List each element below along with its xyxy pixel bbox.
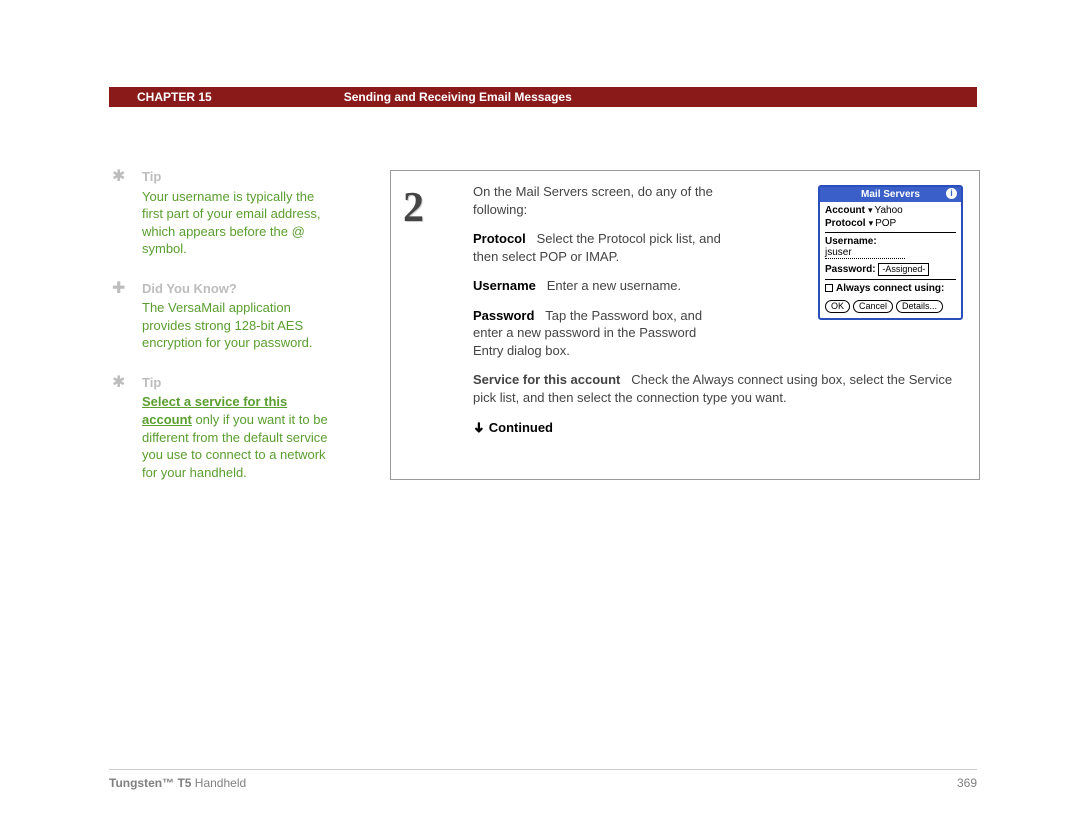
chapter-label: CHAPTER 15 (137, 90, 212, 104)
step-full-row: Service for this account Check the Alway… (473, 371, 963, 437)
asterisk-icon: ✱ (112, 375, 125, 391)
product-bold: Tungsten™ T5 (109, 776, 191, 790)
username-field-label: Username: (825, 236, 877, 247)
dyk-body: The VersaMail application provides stron… (142, 299, 337, 352)
product-rest: Handheld (191, 776, 246, 790)
tips-sidebar: ✱ Tip Your username is typically the fir… (112, 168, 337, 503)
device-titlebar: Mail Servers i (820, 187, 961, 202)
continued-marker: ➜Continued (473, 418, 963, 437)
footer-rule (109, 769, 977, 770)
always-connect-label: Always connect using: (836, 283, 944, 294)
tip-body: Select a service for this account only i… (142, 393, 337, 481)
mail-servers-screenshot: Mail Servers i Account Yahoo Protocol PO… (818, 185, 963, 320)
divider (825, 232, 956, 233)
step-box: 2 On the Mail Servers screen, do any of … (390, 170, 980, 480)
account-picklist[interactable]: Yahoo (868, 205, 903, 216)
plus-icon: ✚ (112, 281, 125, 297)
always-connect-checkbox[interactable] (825, 284, 833, 292)
continued-arrow-icon: ➜ (469, 422, 488, 434)
protocol-picklist[interactable]: POP (869, 218, 897, 229)
cancel-button[interactable]: Cancel (853, 300, 893, 314)
page-number: 369 (957, 776, 977, 790)
tip-heading: Tip (142, 168, 337, 186)
step-number: 2 (403, 187, 424, 229)
device-title: Mail Servers (861, 189, 920, 200)
service-label: Service for this account (473, 372, 620, 387)
product-name: Tungsten™ T5 Handheld (109, 776, 246, 790)
ok-button[interactable]: OK (825, 300, 850, 314)
divider (825, 279, 956, 280)
dyk-heading: Did You Know? (142, 280, 337, 298)
asterisk-icon: ✱ (112, 169, 125, 185)
tip-item: ✱ Tip Select a service for this account … (112, 374, 337, 481)
continued-label: Continued (489, 420, 553, 435)
info-icon[interactable]: i (946, 188, 957, 199)
device-body: Account Yahoo Protocol POP Username: jsu… (820, 202, 961, 318)
chapter-header: CHAPTER 15 Sending and Receiving Email M… (109, 87, 977, 107)
tip-body: Your username is typically the first par… (142, 188, 337, 258)
tip-item: ✱ Tip Your username is typically the fir… (112, 168, 337, 258)
account-label: Account (825, 205, 865, 216)
footer: Tungsten™ T5 Handheld 369 (109, 776, 977, 790)
protocol-label: Protocol (473, 231, 526, 246)
password-label: Password (473, 308, 534, 323)
password-field-label: Password: (825, 264, 876, 275)
step-intro: On the Mail Servers screen, do any of th… (473, 183, 728, 218)
dyk-item: ✚ Did You Know? The VersaMail applicatio… (112, 280, 337, 352)
step-left-column: On the Mail Servers screen, do any of th… (473, 183, 728, 359)
username-label: Username (473, 278, 536, 293)
chapter-title: Sending and Receiving Email Messages (344, 90, 572, 104)
username-text: Enter a new username. (547, 278, 681, 293)
username-input[interactable]: jsuser (825, 247, 905, 259)
password-box[interactable]: -Assigned- (878, 263, 929, 276)
protocol-field-label: Protocol (825, 218, 866, 229)
details-button[interactable]: Details... (896, 300, 943, 314)
tip-heading: Tip (142, 374, 337, 392)
